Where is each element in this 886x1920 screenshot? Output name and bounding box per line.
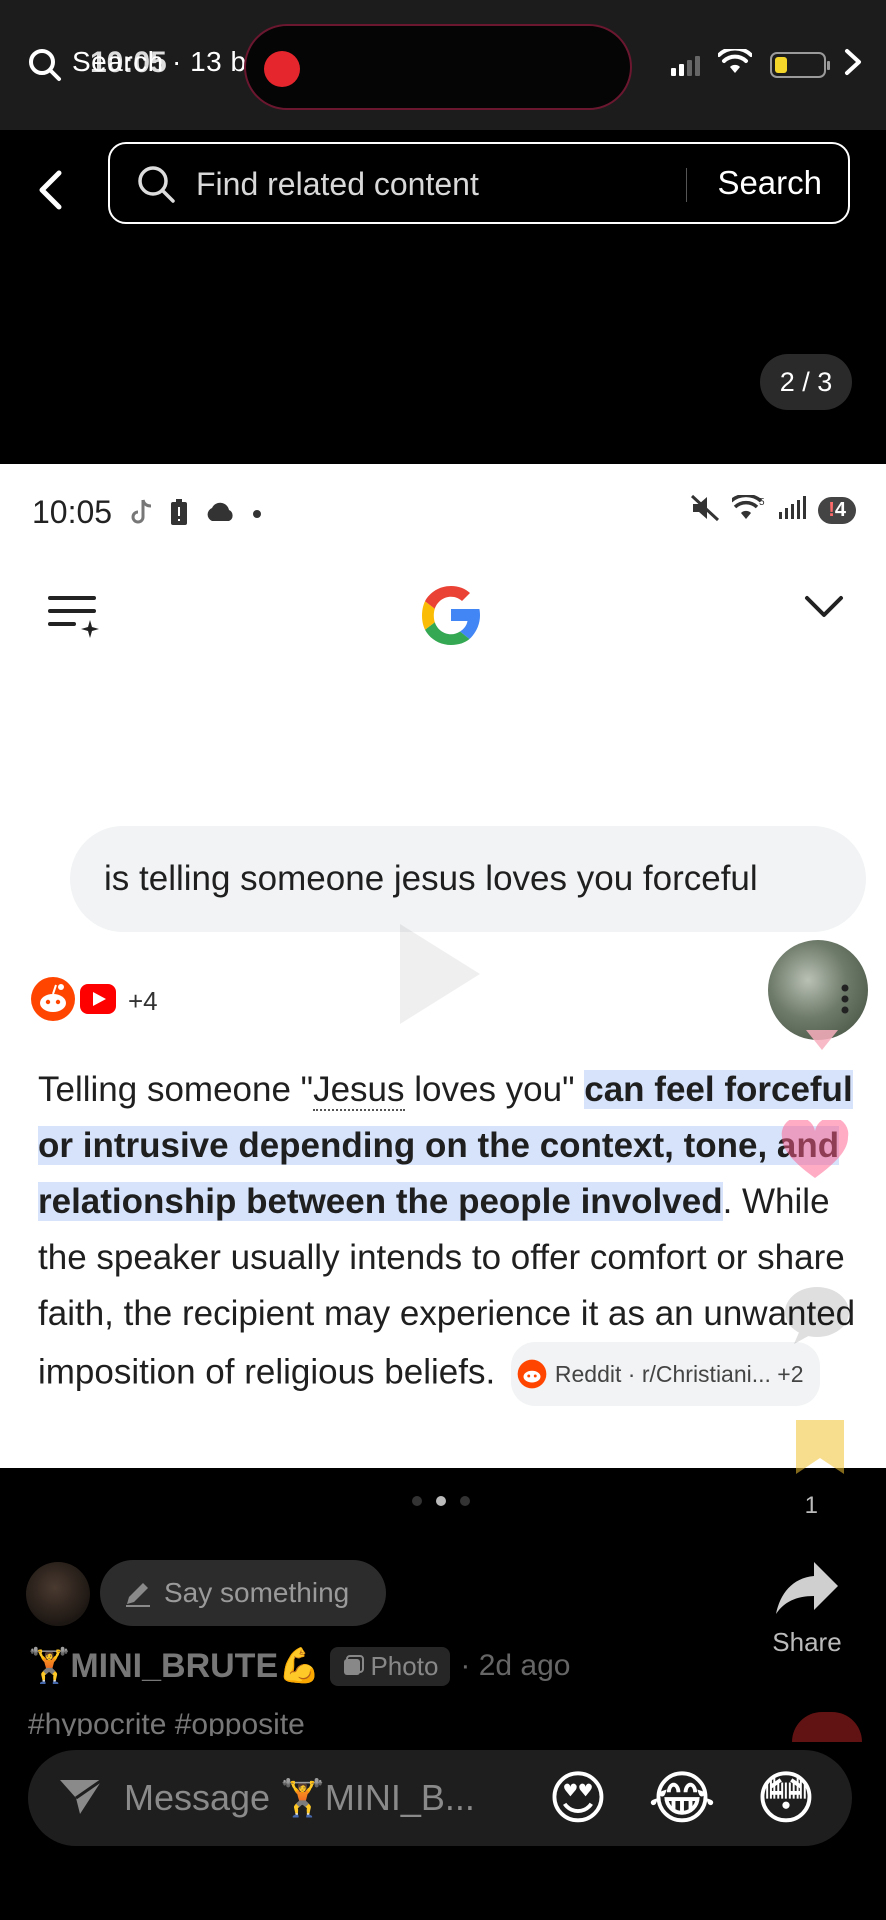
reddit-icon [517,1359,547,1389]
source-chip[interactable]: Reddit · r/Christiani... +2 [510,1342,820,1406]
status-time: 10:05 [90,46,167,79]
play-icon [390,914,490,1039]
google-logo-icon [416,580,486,655]
sources-more-count: +4 [128,986,158,1016]
wifi-icon [717,46,753,80]
chevron-left-icon [39,170,62,210]
answer-text-part: loves you" [404,1070,585,1109]
back-button[interactable] [28,160,72,220]
heart-icon[interactable] [780,1117,850,1187]
menu-sparkle-icon [48,594,102,643]
inner-status-bar: 10:05 5 !4 [0,464,886,554]
bookmark-count: 1 [804,1492,818,1519]
answer-text-part: Telling someone " [38,1070,314,1109]
say-something-input[interactable]: Say something [100,1560,386,1626]
wifi-icon: 5 [730,493,766,526]
signal-icon [671,54,700,76]
emoji-flushed-button[interactable]: 😳 [748,1760,824,1836]
post-hashtags[interactable]: #hypocrite #opposite [28,1708,305,1736]
recording-dot-icon [264,51,300,87]
more-options-icon[interactable] [840,984,850,1019]
photo-badge-label: Photo [370,1650,439,1681]
follow-plus-icon[interactable] [804,1028,840,1052]
dot-icon [252,506,262,524]
creator-avatar[interactable] [768,940,868,1040]
carousel-dot-active [436,1496,446,1506]
status-icons [671,46,862,81]
music-disc-icon[interactable] [792,1712,862,1742]
notification-badge: !4 [818,497,856,524]
signal-strength-label: 5 [759,497,765,508]
message-bar[interactable]: Message 🏋️MINI_B... 😍 😂 😳 [28,1750,852,1846]
search-icon[interactable] [28,48,62,87]
cell-signal-icon [778,496,807,525]
ai-answer-text: Telling someone "Jesus loves you" can fe… [38,1062,858,1406]
carousel-dots [412,1496,470,1506]
carousel-dot [460,1496,470,1506]
say-something-placeholder: Say something [164,1577,350,1608]
page-counter: 2 / 3 [760,354,852,410]
chevron-right-icon[interactable] [844,48,862,81]
answer-dotted-term[interactable]: Jesus [313,1070,405,1111]
search-bar[interactable]: Find related content Search [108,142,850,224]
message-input[interactable]: Message 🏋️MINI_B... [124,1777,540,1819]
inner-time: 10:05 [32,494,113,530]
status-bar: Search · 13 b 10:05 [0,0,886,130]
photo-badge: Photo [330,1646,451,1686]
battery-alert-icon [170,498,188,531]
source-chip-label: Reddit · r/Christiani... +2 [554,1361,804,1387]
bookmark-icon[interactable] [794,1418,846,1481]
search-icon [136,164,176,209]
search-divider [686,168,687,202]
send-icon[interactable] [58,1776,104,1821]
pencil-icon [126,1583,150,1607]
emoji-heart-eyes-button[interactable]: 😍 [540,1760,616,1836]
reddit-icon [30,976,76,1027]
battery-icon [770,51,830,78]
cloud-icon [204,501,236,528]
chevron-down-icon[interactable] [804,594,844,625]
user-avatar[interactable] [26,1562,90,1626]
emoji-laughing-button[interactable]: 😂 [644,1760,720,1836]
post-meta: 🏋️MINI_BRUTE💪 Photo · 2d ago [28,1646,571,1686]
tiktok-icon [130,498,154,531]
share-arrow-icon [776,1562,838,1614]
username[interactable]: 🏋️MINI_BRUTE💪 [28,1646,320,1686]
inner-status-right: 5 !4 [690,493,856,527]
youtube-icon [80,984,116,1019]
dynamic-island [244,24,632,110]
search-button[interactable]: Search [717,164,822,202]
comment-icon[interactable] [782,1284,852,1351]
inner-status-icons [130,498,262,531]
sources-row[interactable]: +4 [30,976,158,1027]
search-input[interactable]: Find related content [196,166,479,203]
post-time: · 2d ago [460,1649,571,1682]
photo-content[interactable]: 10:05 5 !4 is telling someone jesus love… [0,464,886,1468]
post-footer: 1 Say something Share 🏋️MINI_BRUTE💪 Phot… [0,1420,886,1920]
top-navigation: Find related content Search 2 / 3 [0,130,886,470]
share-label: Share [772,1627,842,1657]
carousel-dot [412,1496,422,1506]
share-button[interactable]: Share [762,1560,852,1658]
mute-icon [690,494,720,527]
photo-icon [344,1655,365,1675]
